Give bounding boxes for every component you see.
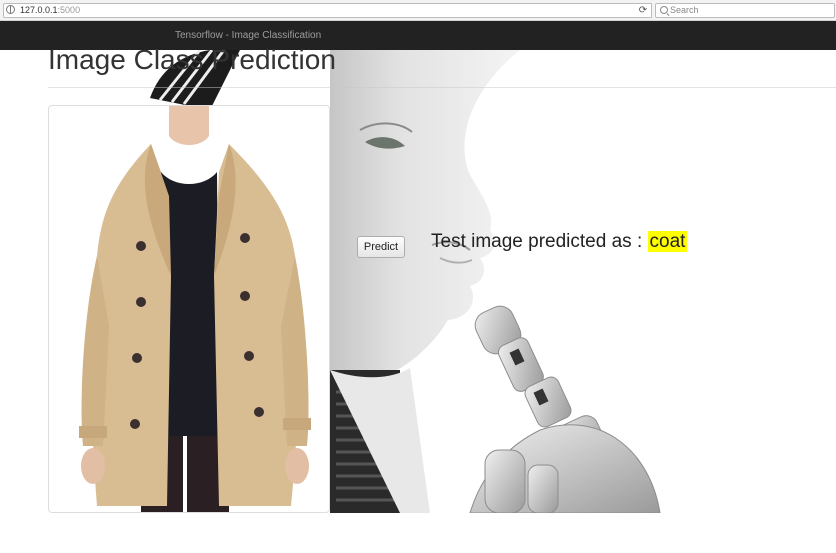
- search-icon: [660, 6, 668, 14]
- browser-search-input[interactable]: Search: [655, 3, 835, 18]
- reload-icon[interactable]: ⟳: [635, 3, 652, 18]
- globe-icon: [6, 5, 15, 14]
- url-host: 127.0.0.1: [20, 5, 58, 15]
- predicted-class-label: coat: [647, 231, 688, 252]
- url-port: :5000: [57, 5, 81, 15]
- prediction-prefix: Test image predicted as :: [431, 231, 648, 252]
- uploaded-image-thumbnail: [48, 105, 330, 513]
- search-placeholder: Search: [670, 5, 699, 15]
- browser-chrome: 127.0.0.1:5000 ⟳ Search: [0, 0, 836, 21]
- page-title: Image Class Prediction: [48, 44, 336, 75]
- header-divider: [48, 87, 836, 88]
- address-bar[interactable]: 127.0.0.1:5000: [3, 3, 637, 18]
- prediction-result: Test image predicted as : coat: [431, 231, 688, 253]
- url-text: 127.0.0.1:5000: [20, 4, 80, 17]
- predict-button[interactable]: Predict: [357, 236, 405, 258]
- coat-image: [79, 106, 311, 512]
